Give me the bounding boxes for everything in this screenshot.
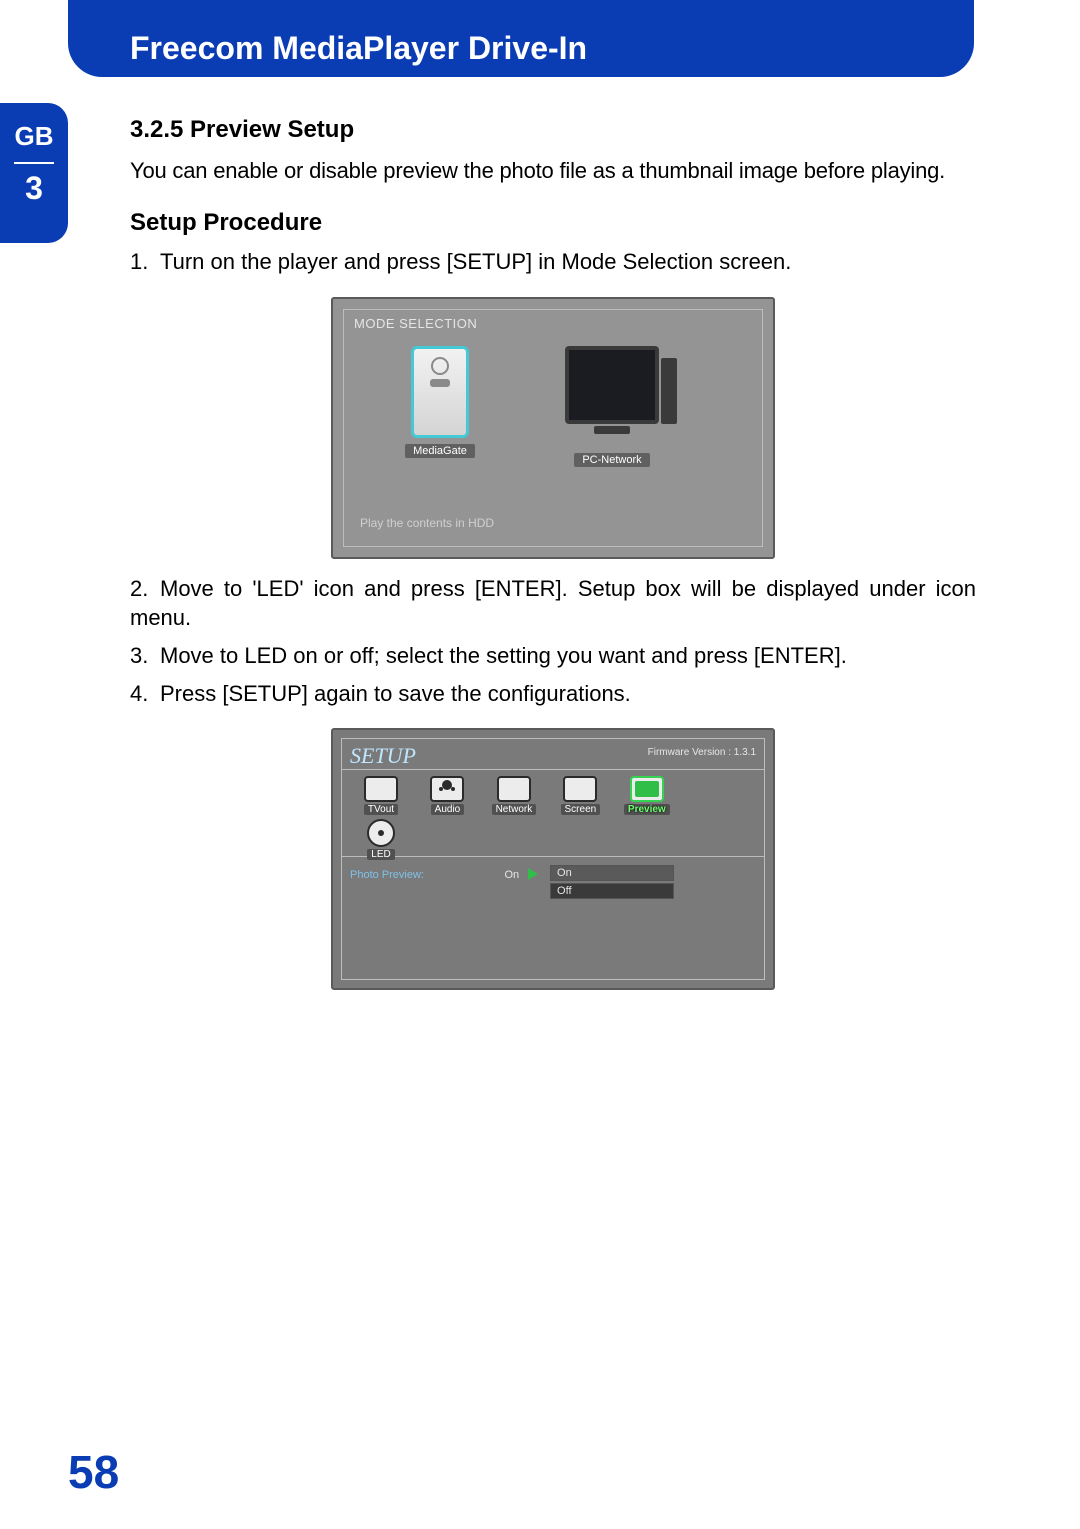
procedure-step: 3.Move to LED on or off; select the sett… <box>130 641 976 671</box>
tvout-icon <box>364 776 398 802</box>
tab-led: LED <box>350 819 412 860</box>
mediagate-option: MediaGate <box>380 346 500 459</box>
option-off: Off <box>550 883 674 899</box>
tab-audio: Audio <box>416 776 478 815</box>
tab-network: Network <box>483 776 545 815</box>
figure1-footer: Play the contents in HDD <box>360 516 494 530</box>
pc-network-label: PC-Network <box>574 453 649 467</box>
mediagate-label: MediaGate <box>405 444 475 458</box>
step-text: Move to 'LED' icon and press [ENTER]. Se… <box>130 576 976 631</box>
side-tab-language: GB <box>0 121 68 152</box>
option-on: On <box>550 865 674 881</box>
procedure-list: 1.Turn on the player and press [SETUP] i… <box>130 247 976 995</box>
setup-figure: SETUP Firmware Version : 1.3.1 TVout Aud… <box>331 728 775 990</box>
procedure-heading: Setup Procedure <box>130 209 976 237</box>
tab-label: Preview <box>624 804 670 815</box>
step-number: 2. <box>130 574 160 604</box>
audio-icon <box>430 776 464 802</box>
procedure-step: 4.Press [SETUP] again to save the config… <box>130 679 976 709</box>
figure1-title: MODE SELECTION <box>354 316 477 331</box>
photo-preview-value: On <box>504 869 519 881</box>
setup-body: Photo Preview: On On Off <box>342 859 764 979</box>
tower-icon <box>661 358 677 424</box>
side-tab-chapter: 3 <box>0 170 68 207</box>
side-tab-divider <box>14 162 54 164</box>
page-number: 58 <box>68 1445 119 1499</box>
step-text: Press [SETUP] again to save the configur… <box>160 681 631 706</box>
side-tab: GB 3 <box>0 103 68 243</box>
page-header: Freecom MediaPlayer Drive-In <box>68 0 974 77</box>
screen-icon <box>563 776 597 802</box>
setup-tabs: TVout Audio Network Screen <box>342 769 764 857</box>
preview-icon <box>630 776 664 802</box>
figure2-title: SETUP <box>350 743 416 769</box>
procedure-step: 2.Move to 'LED' icon and press [ENTER]. … <box>130 574 976 633</box>
step-text: Move to LED on or off; select the settin… <box>160 643 847 668</box>
header-title: Freecom MediaPlayer Drive-In <box>130 30 587 67</box>
monitor-icon <box>565 346 659 424</box>
tab-preview: Preview <box>616 776 678 815</box>
led-icon <box>367 819 395 847</box>
photo-preview-options: On Off <box>550 865 674 901</box>
section-heading: 3.2.5 Preview Setup <box>130 116 976 144</box>
step-text: Turn on the player and press [SETUP] in … <box>160 249 791 274</box>
figure-2-wrapper: SETUP Firmware Version : 1.3.1 TVout Aud… <box>130 728 976 995</box>
step-number: 4. <box>130 679 160 709</box>
tab-label: TVout <box>364 804 398 815</box>
mode-selection-figure: MODE SELECTION MediaGate PC-Network Play <box>331 297 775 559</box>
mediagate-icon <box>411 346 469 438</box>
play-triangle-icon <box>528 868 538 880</box>
pc-network-option: PC-Network <box>552 346 672 468</box>
photo-preview-label: Photo Preview: <box>350 869 500 881</box>
network-icon <box>497 776 531 802</box>
procedure-step: 1.Turn on the player and press [SETUP] i… <box>130 247 976 277</box>
tab-label: Screen <box>561 804 601 815</box>
firmware-version: Firmware Version : 1.3.1 <box>648 747 756 758</box>
tab-label: Audio <box>431 804 465 815</box>
tab-screen: Screen <box>549 776 611 815</box>
section-intro: You can enable or disable preview the ph… <box>130 156 976 185</box>
figure-1-wrapper: MODE SELECTION MediaGate PC-Network Play <box>130 297 976 564</box>
step-number: 1. <box>130 247 160 277</box>
tab-label: Network <box>492 804 537 815</box>
step-number: 3. <box>130 641 160 671</box>
content-area: 3.2.5 Preview Setup You can enable or di… <box>130 116 976 1005</box>
tab-tvout: TVout <box>350 776 412 815</box>
